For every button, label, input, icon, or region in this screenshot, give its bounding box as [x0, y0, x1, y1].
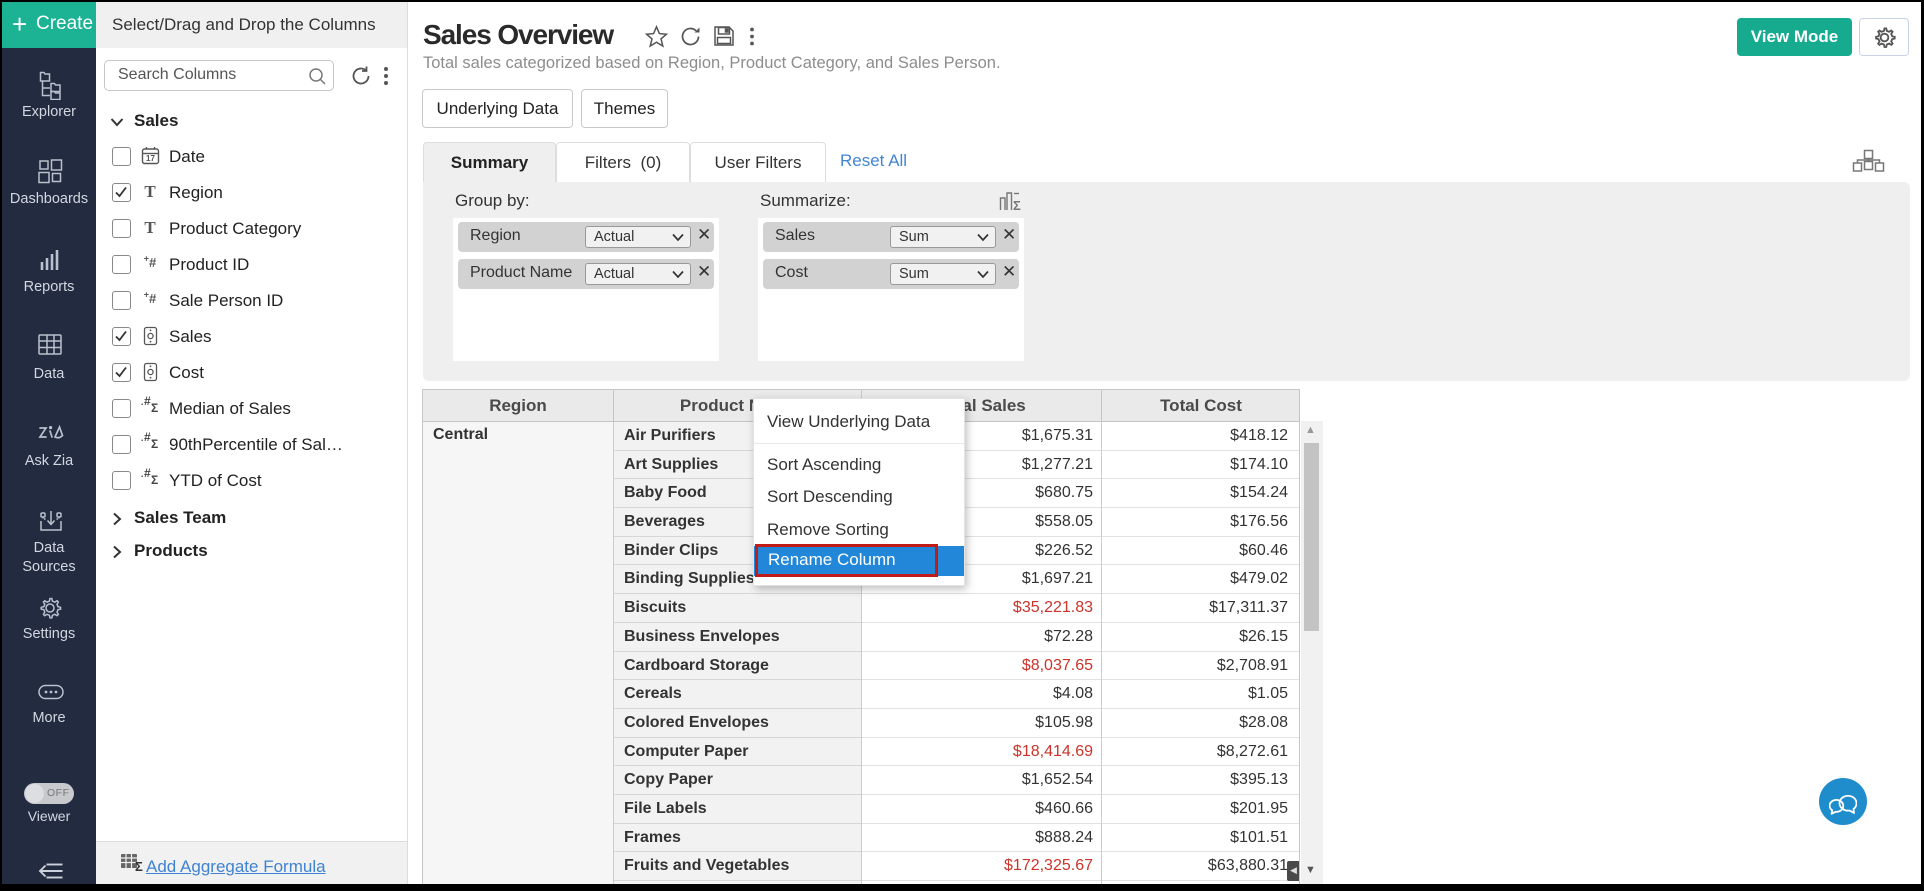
svg-text:Σ: Σ — [1013, 198, 1021, 212]
svg-text:17: 17 — [146, 154, 155, 163]
svg-text:Σ: Σ — [135, 859, 143, 873]
